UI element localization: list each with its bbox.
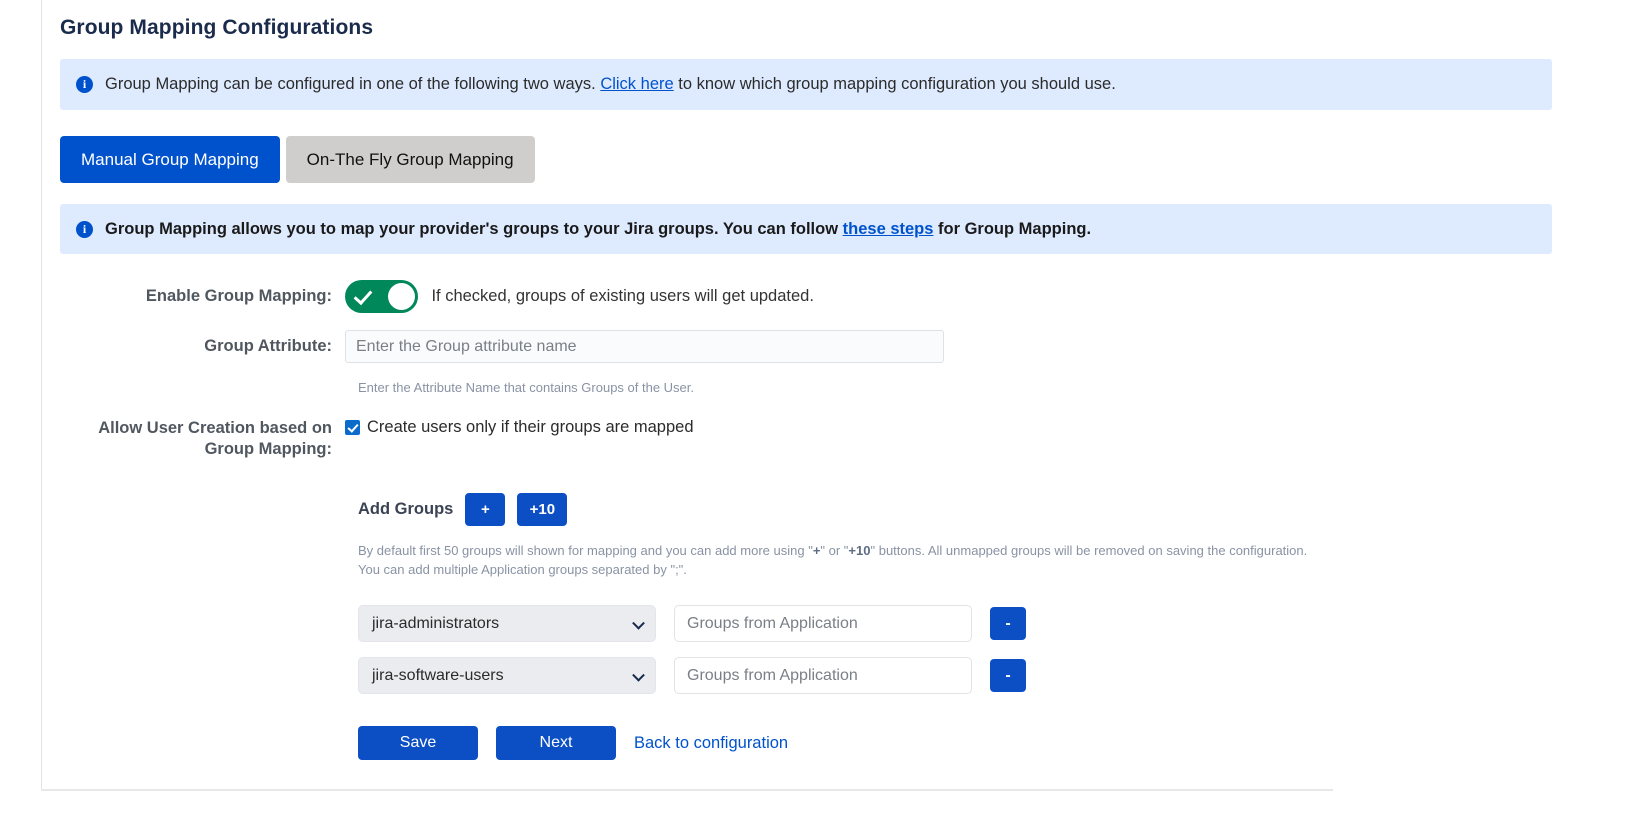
mapping-row: jira-software-users - <box>358 657 1612 695</box>
these-steps-link[interactable]: these steps <box>843 220 934 238</box>
remove-mapping-row-button[interactable]: - <box>990 607 1026 641</box>
jira-group-select[interactable]: jira-administrators <box>358 605 656 643</box>
next-button[interactable]: Next <box>496 726 616 761</box>
group-mapping-page: Group Mapping Configurations i Group Map… <box>0 0 1637 831</box>
enable-group-mapping-hint: If checked, groups of existing users wil… <box>431 287 814 306</box>
group-attribute-help: Enter the Attribute Name that contains G… <box>358 380 695 396</box>
bottom-divider <box>41 789 1333 791</box>
help-text-plus-ten: +10 <box>848 543 871 559</box>
content-area: Group Mapping Configurations i Group Map… <box>60 0 1612 761</box>
allow-user-creation-label: Allow User Creation based on Group Mappi… <box>98 419 332 458</box>
info-banner-top-text-before: Group Mapping can be configured in one o… <box>105 75 601 93</box>
info-banner-mapping-text-before: Group Mapping allows you to map your pro… <box>105 219 843 238</box>
info-icon: i <box>76 220 93 238</box>
application-groups-input[interactable] <box>674 657 972 695</box>
help-text-e: " buttons. All unmapped groups will be r… <box>870 543 1308 559</box>
group-mapping-form: Enable Group Mapping: If checked, groups… <box>60 280 1612 761</box>
mapping-row: jira-administrators - <box>358 605 1612 643</box>
enable-group-mapping-toggle[interactable] <box>345 280 418 314</box>
info-banner-mapping: i Group Mapping allows you to map your p… <box>60 203 1552 255</box>
click-here-link[interactable]: Click here <box>600 75 673 93</box>
create-users-checkbox-wrap[interactable]: Create users only if their groups are ma… <box>345 418 1612 437</box>
jira-group-select-wrap[interactable]: jira-software-users <box>358 657 656 695</box>
info-icon: i <box>76 76 93 93</box>
row-enable-group-mapping: Enable Group Mapping: If checked, groups… <box>60 280 1612 314</box>
info-banner-mapping-text-after: for Group Mapping. <box>933 219 1092 238</box>
add-groups-help-line1: By default first 50 groups will shown fo… <box>358 542 1612 561</box>
add-ten-groups-button[interactable]: +10 <box>517 493 568 527</box>
create-users-checkbox-label: Create users only if their groups are ma… <box>367 418 694 437</box>
tab-manual-group-mapping[interactable]: Manual Group Mapping <box>60 135 280 183</box>
page-title: Group Mapping Configurations <box>60 16 374 39</box>
help-text-a: By default first 50 groups will shown fo… <box>358 543 813 559</box>
group-attribute-label: Group Attribute: <box>204 337 332 356</box>
add-one-group-button[interactable]: + <box>465 493 506 527</box>
check-icon <box>353 286 373 306</box>
add-groups-controls: Add Groups + +10 <box>358 493 1612 527</box>
toggle-knob <box>388 283 415 311</box>
row-group-attribute: Group Attribute: <box>60 330 1612 364</box>
group-attribute-input[interactable] <box>345 330 944 364</box>
add-groups-help: By default first 50 groups will shown fo… <box>358 542 1612 580</box>
allow-user-creation-field: Create users only if their groups are ma… <box>345 418 1612 437</box>
tab-on-the-fly-group-mapping[interactable]: On-The Fly Group Mapping <box>285 135 535 183</box>
jira-group-select-wrap[interactable]: jira-administrators <box>358 605 656 643</box>
group-mapping-rows: jira-administrators - jira-software-user… <box>358 605 1612 695</box>
jira-group-select[interactable]: jira-software-users <box>358 657 656 695</box>
back-to-configuration-link[interactable]: Back to configuration <box>634 734 788 753</box>
application-groups-input[interactable] <box>674 605 972 643</box>
enable-group-mapping-label: Enable Group Mapping: <box>145 287 332 306</box>
save-button[interactable]: Save <box>358 726 478 761</box>
help-text-c: " or " <box>820 543 849 559</box>
mapping-mode-tabs: Manual Group Mapping On-The Fly Group Ma… <box>60 135 1612 183</box>
add-groups-label: Add Groups <box>358 500 454 519</box>
group-attribute-field <box>345 330 1612 364</box>
row-allow-user-creation: Allow User Creation based on Group Mappi… <box>60 418 1612 459</box>
info-banner-top-text: Group Mapping can be configured in one o… <box>105 74 1116 95</box>
create-users-checkbox[interactable] <box>345 420 360 436</box>
add-groups-help-line2: You can add multiple Application groups … <box>358 562 687 578</box>
enable-group-mapping-field: If checked, groups of existing users wil… <box>345 280 1612 314</box>
info-banner-top-text-after: to know which group mapping configuratio… <box>673 75 1116 93</box>
remove-mapping-row-button[interactable]: - <box>990 659 1026 693</box>
left-divider <box>41 0 42 790</box>
form-actions: Save Next Back to configuration <box>358 726 1612 761</box>
info-banner-top: i Group Mapping can be configured in one… <box>60 59 1552 110</box>
info-banner-mapping-text: Group Mapping allows you to map your pro… <box>105 219 1091 240</box>
